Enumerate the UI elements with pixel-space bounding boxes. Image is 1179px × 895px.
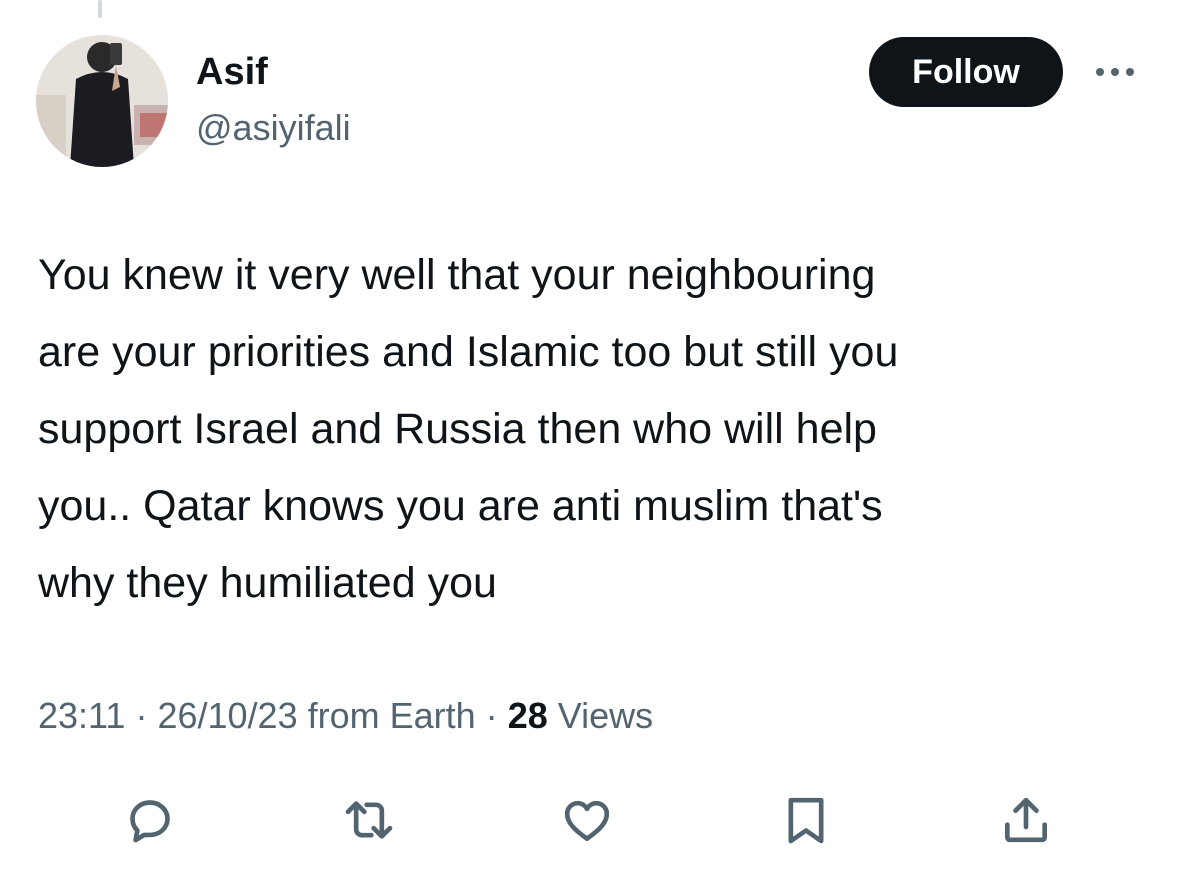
bookmark-icon xyxy=(788,797,824,844)
tweet-metadata: 23:11 · 26/10/23 from Earth · 28 Views xyxy=(38,692,653,740)
like-button[interactable] xyxy=(557,790,617,850)
tweet-source: from Earth xyxy=(307,695,476,736)
reply-icon xyxy=(130,800,170,843)
thread-connector-line xyxy=(98,0,102,18)
retweet-icon xyxy=(345,801,393,839)
share-icon xyxy=(1005,797,1047,843)
follow-button[interactable]: Follow xyxy=(869,37,1063,107)
views-label: Views xyxy=(557,695,654,736)
tweet-time[interactable]: 23:11 xyxy=(38,695,125,736)
meta-separator: · xyxy=(485,695,498,736)
share-button[interactable] xyxy=(996,790,1056,850)
retweet-button[interactable] xyxy=(339,790,399,850)
meta-separator: · xyxy=(135,695,148,736)
views-count: 28 xyxy=(507,695,548,736)
reply-button[interactable] xyxy=(120,790,180,850)
tweet-date[interactable]: 26/10/23 xyxy=(157,695,297,736)
author-handle[interactable]: @asiyifali xyxy=(196,104,351,152)
avatar[interactable] xyxy=(36,35,168,167)
tweet-text: You knew it very well that your neighbou… xyxy=(38,251,899,607)
bookmark-button[interactable] xyxy=(776,790,836,850)
author-display-name[interactable]: Asif xyxy=(196,48,268,96)
like-icon xyxy=(564,800,610,841)
more-options-icon[interactable] xyxy=(1090,62,1140,82)
